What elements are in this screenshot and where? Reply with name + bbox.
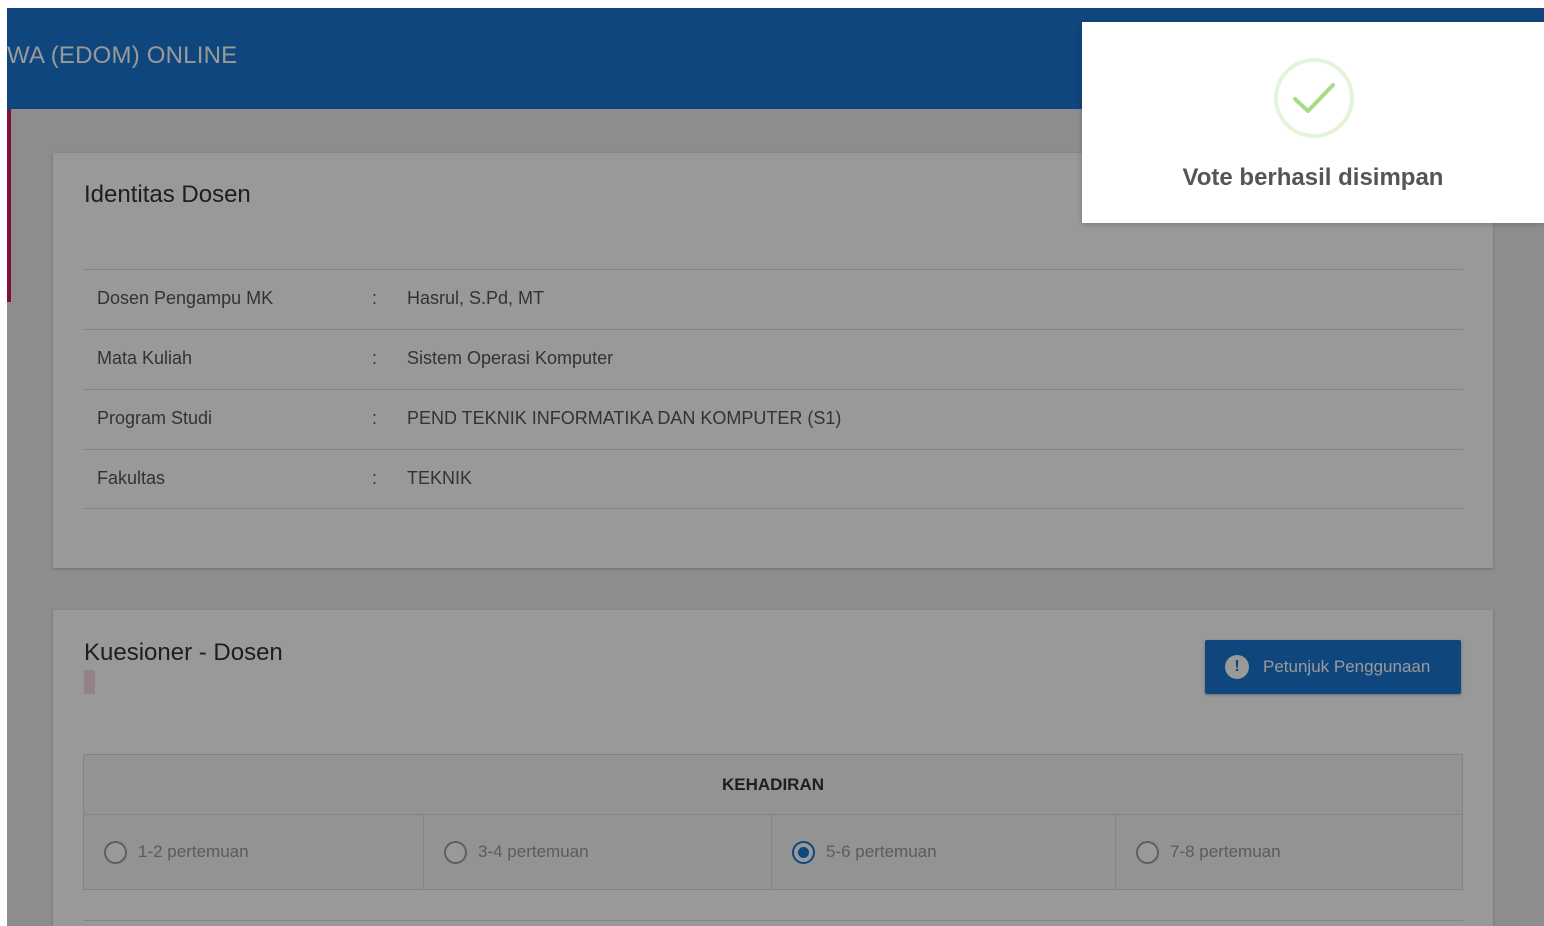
success-toast: Vote berhasil disimpan (1082, 22, 1544, 223)
success-check-icon (1274, 58, 1354, 138)
page-edge-top (0, 0, 1544, 8)
page-edge-left (0, 0, 7, 926)
toast-message: Vote berhasil disimpan (1182, 164, 1444, 191)
